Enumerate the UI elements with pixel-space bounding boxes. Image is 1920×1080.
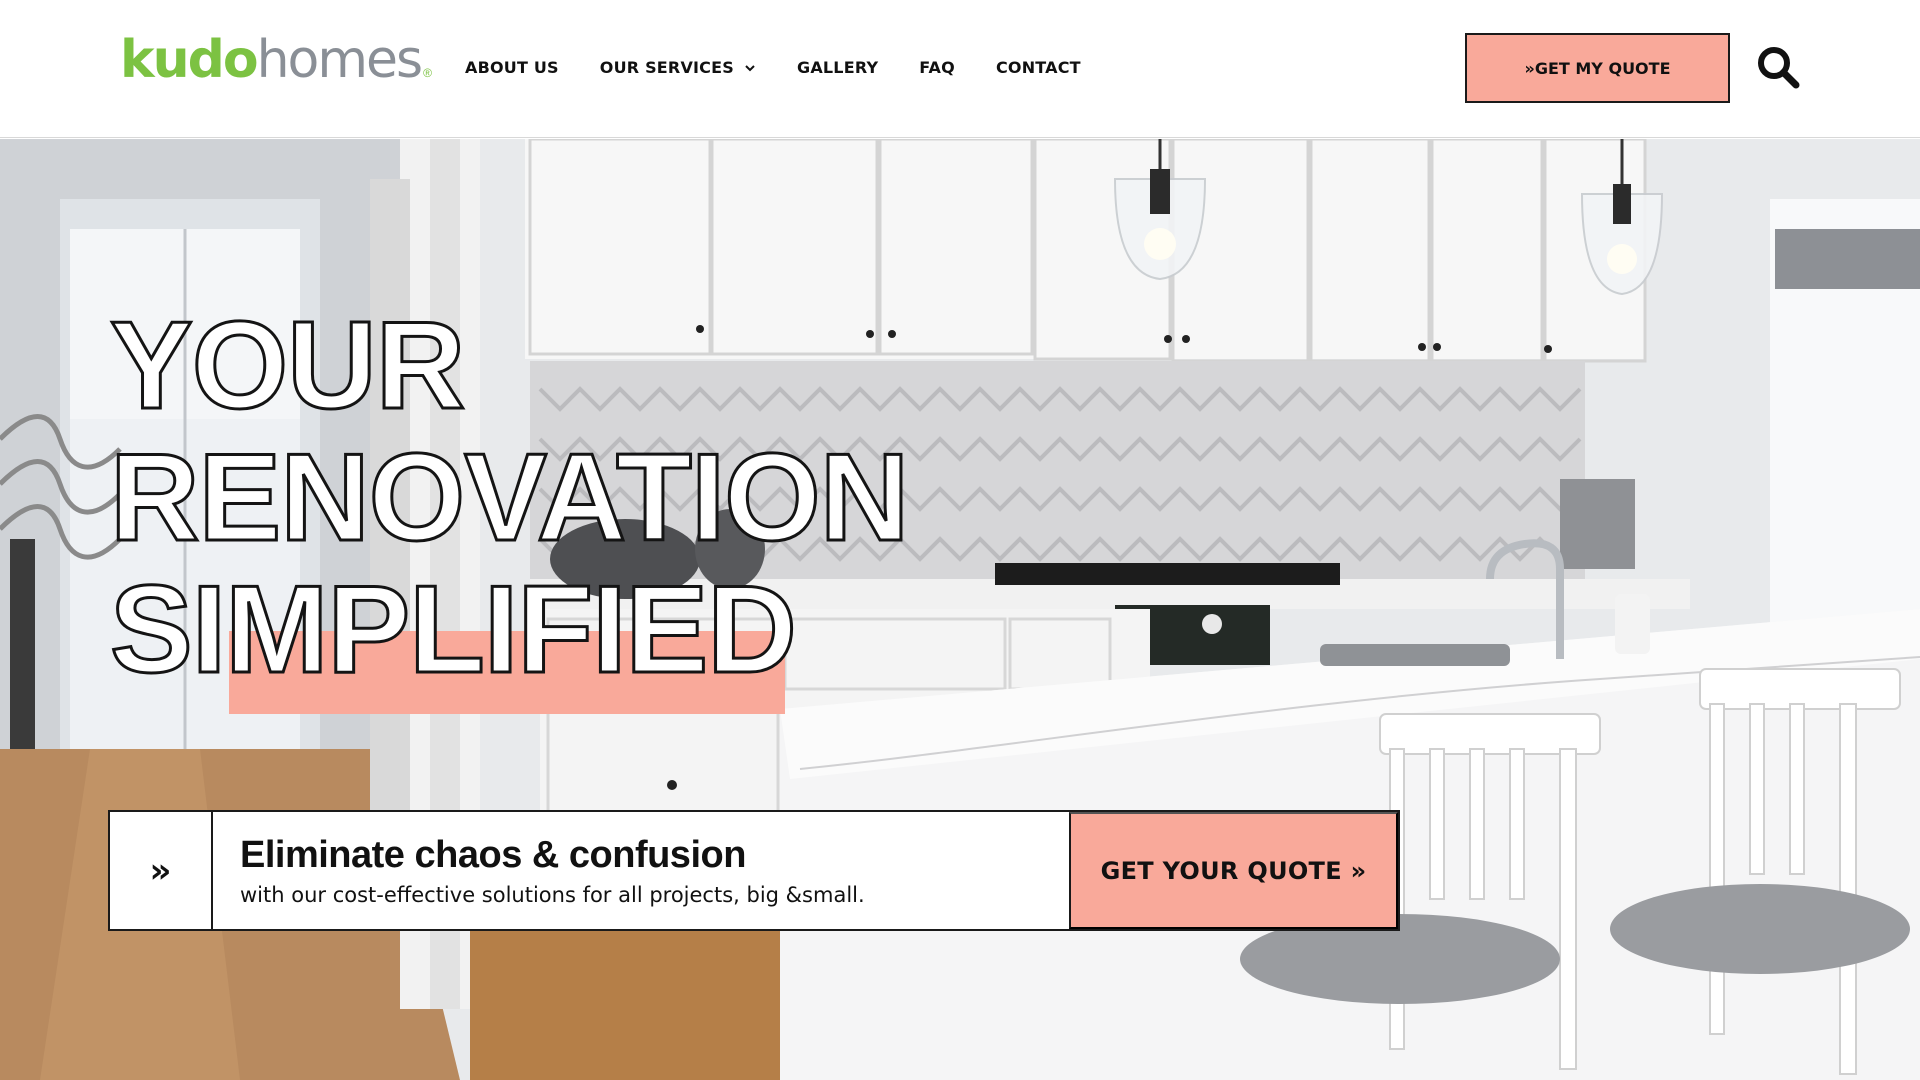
get-my-quote-button[interactable]: »GET MY QUOTE: [1465, 33, 1730, 103]
nav-about-us-label: ABOUT US: [465, 58, 559, 77]
hero-headline: YOUR RENOVATION SIMPLIFIED: [108, 297, 910, 699]
nav-about-us[interactable]: ABOUT US: [465, 56, 559, 80]
headline-line-2: RENOVATION: [108, 429, 910, 567]
cta-title: Eliminate chaos & confusion: [240, 834, 746, 876]
nav-faq-label: FAQ: [919, 58, 955, 77]
site-header: kudo homes ® ABOUT US OUR SERVICES GALLE…: [0, 0, 1920, 138]
main-nav: ABOUT US OUR SERVICES GALLERY FAQ CONTAC…: [465, 56, 1081, 80]
nav-our-services-label: OUR SERVICES: [599, 58, 734, 77]
get-your-quote-button[interactable]: GET YOUR QUOTE »: [1069, 812, 1398, 929]
nav-gallery-label: GALLERY: [796, 58, 879, 77]
logo-kudo-text: kudo: [120, 30, 259, 90]
logo-homes-text: homes: [256, 30, 424, 90]
double-chevron-right-icon: »: [110, 812, 213, 929]
cta-bar: » Eliminate chaos & confusion with our c…: [108, 810, 1400, 931]
search-icon[interactable]: [1755, 44, 1801, 90]
nav-contact-label: CONTACT: [995, 58, 1081, 77]
logo-registered-mark: ®: [423, 66, 432, 80]
cta-subtitle: with our cost-effective solutions for al…: [240, 883, 865, 907]
nav-faq[interactable]: FAQ: [919, 56, 955, 80]
kudohomes-logo[interactable]: kudo homes ®: [120, 30, 432, 90]
headline-line-1: YOUR: [108, 297, 466, 435]
nav-contact[interactable]: CONTACT: [996, 56, 1081, 80]
chevron-down-icon: [745, 65, 755, 72]
cta-text-block: Eliminate chaos & confusion with our cos…: [213, 812, 1069, 929]
nav-our-services[interactable]: OUR SERVICES: [600, 56, 756, 80]
headline-line-3: SIMPLIFIED: [108, 561, 798, 699]
nav-gallery[interactable]: GALLERY: [797, 56, 878, 80]
